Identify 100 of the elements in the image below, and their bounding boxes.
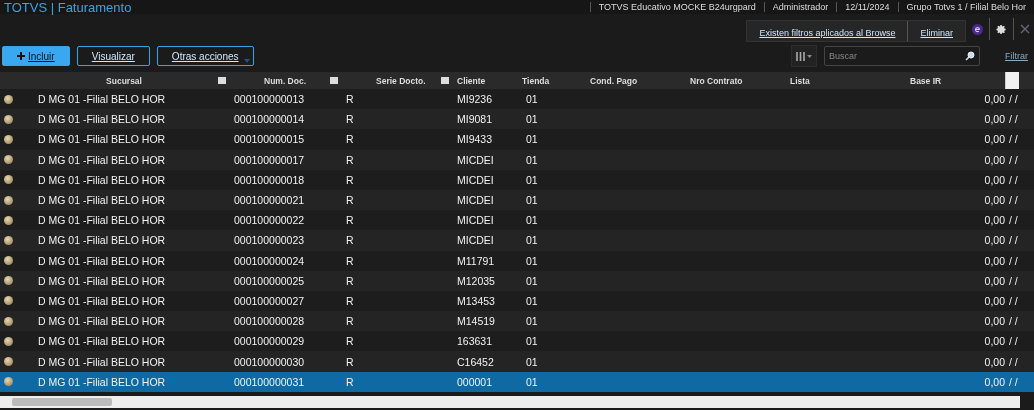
table-cell-text: 0,00 [983, 274, 1005, 287]
circle-e-icon[interactable] [972, 23, 983, 35]
session-info: Administrador [763, 2, 837, 12]
table-cell-text: 01 [525, 113, 539, 126]
table-cell-text: 000100000021 [233, 194, 306, 207]
table-cell-text: D MG 01 -Filial BELO HOR [37, 214, 167, 227]
table-cell-text: 01 [525, 375, 539, 388]
column-header[interactable]: Tienda [522, 75, 590, 86]
table-row[interactable]: D MG 01 -Filial BELO HOR 000100000021 R MICDEI 01 0,00 / / [0, 189, 1034, 211]
status-dot-icon [4, 134, 13, 144]
table-cell-text: D MG 01 -Filial BELO HOR [37, 375, 167, 388]
table-cell-text: / / [1008, 315, 1019, 328]
table-cell-text: C16452 [456, 355, 495, 368]
caret-icon [807, 54, 812, 58]
table-cell-text: 000100000015 [233, 133, 306, 146]
status-dot-icon [4, 215, 13, 225]
table-cell-text: / / [1008, 274, 1019, 287]
table-cell-text: / / [1008, 214, 1019, 227]
table-cell-text: D MG 01 -Filial BELO HOR [37, 113, 167, 126]
table-cell-text: R [345, 274, 355, 287]
filter-message-link[interactable]: Existen filtros aplicados al Browse [747, 21, 908, 41]
table-cell-text: 01 [525, 315, 539, 328]
table-cell-text: 01 [525, 234, 539, 247]
column-header[interactable]: Cliente [453, 75, 522, 86]
column-header[interactable]: Base IR [870, 75, 1005, 86]
table-cell-text: 01 [525, 355, 539, 368]
status-dot-icon [4, 357, 13, 367]
table-cell-text: 000100000014 [233, 113, 306, 126]
table-cell-text: MICDEI [456, 234, 495, 247]
table-cell-text: / / [1008, 234, 1019, 247]
table-row[interactable]: D MG 01 -Filial BELO HOR 000100000023 R MICDEI 01 0,00 / / [0, 230, 1034, 251]
settings-icon[interactable] [996, 23, 1007, 35]
search-field[interactable]: Buscar [824, 46, 980, 66]
table-cell-text: D MG 01 -Filial BELO HOR [37, 254, 167, 267]
search-icon[interactable] [965, 51, 975, 61]
table-cell-text: R [345, 153, 355, 166]
table-row[interactable]: D MG 01 -Filial BELO HOR 000100000030 R C16452 01 0,00 / / [0, 351, 1034, 372]
table-cell-text: MI9433 [456, 133, 494, 146]
table-row[interactable]: D MG 01 -Filial BELO HOR 000100000014 R MI9081 01 0,00 / / [0, 109, 1034, 130]
table-cell-text: M14519 [456, 315, 496, 328]
column-header[interactable]: Sucursal [30, 75, 218, 86]
toolbar-button[interactable]: Incluir [2, 46, 70, 66]
table-cell-text: 000100000027 [233, 294, 306, 307]
table-cell-text: 0,00 [983, 214, 1005, 227]
column-header[interactable]: Nro Contrato [690, 75, 790, 86]
table-row[interactable]: D MG 01 -Filial BELO HOR 000100000025 R M12035 01 0,00 / / [0, 270, 1034, 291]
table-cell-text: 163631 [456, 335, 494, 348]
table-cell-text: / / [1008, 375, 1019, 388]
close-icon[interactable] [1020, 24, 1030, 34]
remove-filter-link[interactable]: Eliminar [908, 21, 965, 41]
table-cell-text: / / [1008, 335, 1019, 348]
table-cell-text: 01 [525, 194, 539, 207]
horizontal-scrollbar[interactable] [0, 395, 1020, 408]
table-cell-text: 0,00 [983, 234, 1005, 247]
table-cell-text: R [345, 93, 355, 106]
table-cell-text: R [345, 294, 355, 307]
table-cell-text: R [345, 254, 355, 267]
table-cell-text: 01 [525, 133, 539, 146]
column-header[interactable]: Num. Doc. [230, 75, 330, 86]
status-dot-icon [4, 276, 13, 286]
table-cell-text: 0,00 [983, 93, 1005, 106]
table-cell-text: R [345, 173, 355, 186]
menu-button[interactable]: Otras acciones [156, 46, 254, 66]
table-cell-text: D MG 01 -Filial BELO HOR [37, 355, 167, 368]
columns-icon [796, 51, 805, 61]
status-dot-icon [4, 296, 13, 306]
table-cell-text: D MG 01 -Filial BELO HOR [37, 173, 167, 186]
table-cell-text: 0,00 [983, 173, 1005, 186]
column-header[interactable]: Serie Docto. [342, 75, 441, 86]
table-cell-text: 000100000017 [233, 153, 306, 166]
table-cell-text: / / [1008, 294, 1019, 307]
filter-link[interactable]: Filtrar [1005, 51, 1028, 61]
table-row[interactable]: D MG 01 -Filial BELO HOR 000100000028 R M14519 01 0,00 / / [0, 311, 1034, 332]
toolbar-button[interactable]: Visualizar [76, 46, 150, 66]
plus-icon [17, 52, 25, 60]
table-cell-text: MICDEI [456, 214, 495, 227]
status-dot-icon [4, 377, 13, 387]
table-cell-text: R [345, 375, 355, 388]
caret-icon [243, 59, 250, 63]
table-cell-text: 000001 [456, 375, 494, 388]
table-cell-text: D MG 01 -Filial BELO HOR [37, 315, 167, 328]
table-cell-text: 0,00 [983, 335, 1005, 348]
table-cell-text: / / [1008, 254, 1019, 267]
table-row[interactable]: D MG 01 -Filial BELO HOR 000100000031 R 000001 01 0,00 / / [0, 371, 1034, 392]
table-cell-text: MI9236 [456, 93, 494, 106]
table-cell-text: R [345, 355, 355, 368]
table-cell-text: 01 [525, 274, 539, 287]
columns-button[interactable] [791, 45, 817, 67]
table-cell-text: 01 [525, 335, 539, 348]
table-cell-text: / / [1008, 355, 1019, 368]
table-row[interactable]: D MG 01 -Filial BELO HOR 000100000017 R MICDEI 01 0,00 / / [0, 149, 1034, 170]
status-dot-icon [4, 235, 13, 245]
table-cell-text: / / [1008, 133, 1019, 146]
table-cell-text: / / [1008, 194, 1019, 207]
table-cell-text: 0,00 [983, 315, 1005, 328]
column-header[interactable]: Lista [790, 75, 870, 86]
table-cell-text: 000100000018 [233, 173, 306, 186]
column-header[interactable]: Cond. Pago [590, 75, 690, 86]
table-cell-text: 0,00 [983, 153, 1005, 166]
session-info: TOTVS Educativo MOCKE B24urgpard [589, 2, 764, 12]
